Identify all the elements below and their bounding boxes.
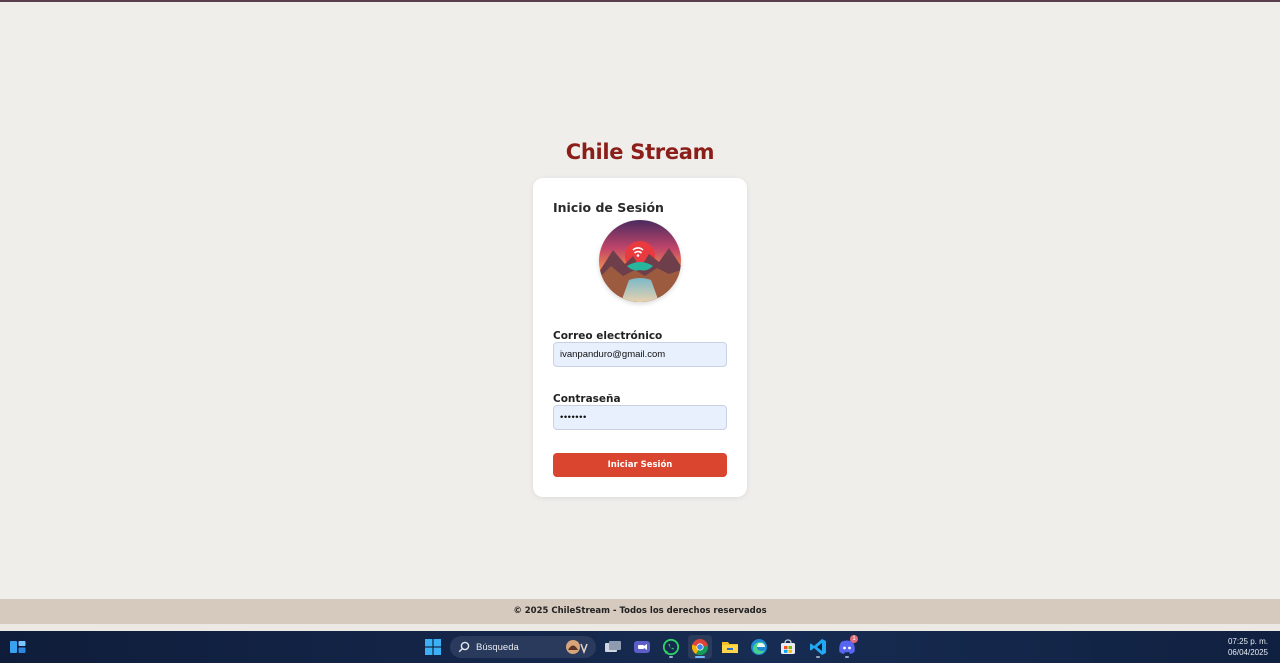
search-label: Búsqueda bbox=[476, 641, 519, 653]
vscode-icon[interactable] bbox=[806, 635, 830, 659]
page-bottom-gap bbox=[0, 624, 1280, 631]
clock-date: 06/04/2025 bbox=[1227, 648, 1268, 657]
email-label: Correo electrónico bbox=[553, 330, 663, 342]
search-highlight-icon bbox=[566, 640, 588, 655]
system-clock[interactable]: 07:25 p. m. 06/04/2025 bbox=[1228, 636, 1268, 658]
site-title: Chile Stream bbox=[565, 140, 715, 164]
notification-badge: 1 bbox=[850, 635, 858, 643]
email-field[interactable] bbox=[553, 342, 727, 367]
login-card: Inicio de Sesión Correo electrónico ivan… bbox=[533, 178, 747, 497]
running-indicator bbox=[669, 656, 673, 658]
password-label: Contraseña bbox=[553, 393, 621, 405]
discord-icon[interactable]: 1 bbox=[835, 635, 859, 659]
taskbar-search[interactable]: Búsqueda bbox=[450, 636, 596, 658]
search-icon bbox=[458, 641, 470, 653]
edge-icon[interactable] bbox=[747, 635, 771, 659]
page-content: Chile Stream Inicio de Sesión Correo ele… bbox=[0, 2, 1280, 599]
footer: © 2025 ChileStream - Todos los derechos … bbox=[0, 599, 1280, 624]
widgets-icon[interactable] bbox=[6, 635, 30, 659]
clock-time: 07:25 p. m. bbox=[1227, 637, 1268, 646]
task-view-icon[interactable] bbox=[601, 635, 625, 659]
running-indicator bbox=[845, 656, 849, 658]
login-button[interactable]: Iniciar Sesión bbox=[553, 453, 727, 477]
chile-stream-logo-icon bbox=[599, 220, 681, 302]
chrome-icon[interactable] bbox=[688, 635, 712, 659]
teams-icon[interactable] bbox=[630, 635, 654, 659]
active-indicator bbox=[695, 656, 705, 658]
windows-start-icon[interactable] bbox=[421, 635, 445, 659]
store-icon[interactable] bbox=[776, 635, 800, 659]
running-indicator bbox=[816, 656, 820, 658]
footer-text: © 2025 ChileStream - Todos los derechos … bbox=[513, 606, 767, 616]
password-field[interactable] bbox=[553, 405, 727, 430]
taskbar: Búsqueda 1 07:25 p. m. 06/04/2025 bbox=[0, 631, 1280, 663]
whatsapp-icon[interactable] bbox=[659, 635, 683, 659]
file-explorer-icon[interactable] bbox=[718, 635, 742, 659]
login-heading: Inicio de Sesión bbox=[553, 200, 664, 215]
